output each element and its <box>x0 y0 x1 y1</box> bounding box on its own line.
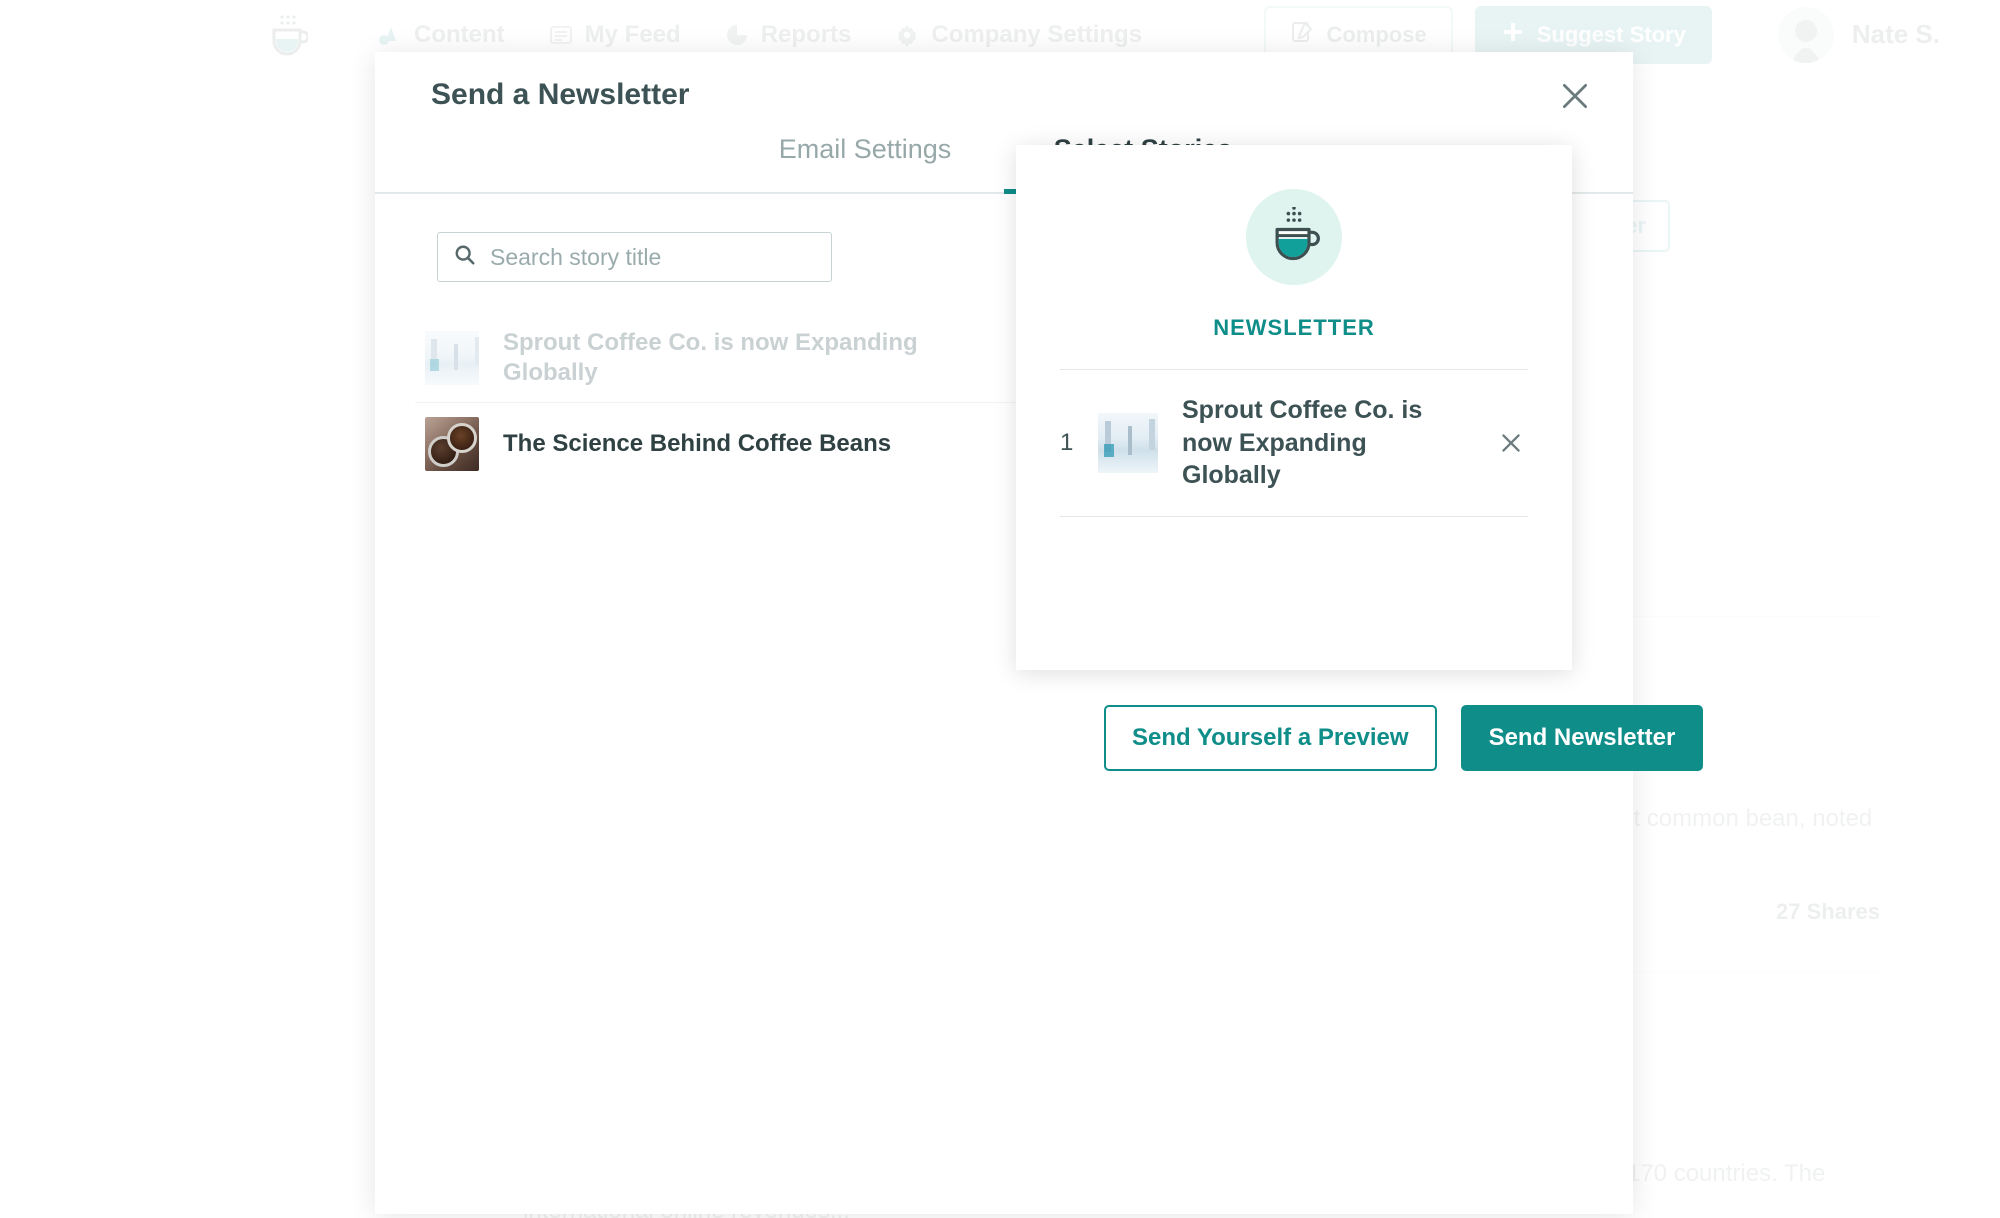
story-search-box[interactable] <box>437 232 832 282</box>
nav-item-label: Company Settings <box>931 20 1143 48</box>
compose-button-label: Compose <box>1326 21 1427 47</box>
newsletter-item-title: Sprout Coffee Co. is now Expanding Globa… <box>1182 396 1423 489</box>
user-name: Nate S. <box>1851 19 1940 49</box>
search-input[interactable] <box>490 243 815 271</box>
nav-item-label: Reports <box>760 20 852 48</box>
story-list-item-dragging[interactable]: The Science Behind Coffee Beans <box>415 403 1015 485</box>
story-shares: 27 Shares <box>1776 898 1880 924</box>
story-thumbnail <box>425 417 479 471</box>
reports-pie-icon <box>725 23 749 47</box>
search-icon <box>454 244 476 271</box>
avatar <box>1777 6 1834 63</box>
modal-header: Send a Newsletter <box>375 52 1633 126</box>
nav-item-content[interactable]: Content <box>378 21 505 49</box>
coffee-cup-icon[interactable] <box>268 13 308 57</box>
suggest-story-label: Suggest Story <box>1536 21 1686 47</box>
story-thumbnail <box>425 331 479 385</box>
newsletter-label: NEWSLETTER <box>1213 315 1375 340</box>
newsletter-item-index: 1 <box>1060 428 1074 456</box>
compose-pencil-icon <box>1290 20 1314 50</box>
content-icon <box>378 23 402 47</box>
feed-icon <box>549 23 573 47</box>
story-list-item-title: Sprout Coffee Co. is now Expanding Globa… <box>503 329 918 386</box>
user-menu[interactable]: Nate S. <box>1777 6 1940 63</box>
app-root: Content My Feed Reports Company Settings… <box>0 0 2000 1218</box>
nav-item-label: Content <box>414 20 505 48</box>
nav-item-my-feed[interactable]: My Feed <box>549 21 681 49</box>
newsletter-logo-wrap <box>1016 145 1572 285</box>
story-list-item-title: The Science Behind Coffee Beans <box>503 430 892 457</box>
send-yourself-preview-button[interactable]: Send Yourself a Preview <box>1104 705 1437 771</box>
coffee-cup-icon <box>1246 189 1342 285</box>
nav-items: Content My Feed Reports Company Settings <box>378 21 1142 49</box>
close-icon[interactable] <box>1494 426 1528 460</box>
newsletter-actions: Send Yourself a Preview Send Newsletter <box>1104 705 1704 771</box>
nav-item-label: My Feed <box>584 20 681 48</box>
nav-item-reports[interactable]: Reports <box>725 20 852 49</box>
nav-item-company-settings[interactable]: Company Settings <box>895 21 1142 49</box>
plus-icon <box>1501 20 1525 50</box>
selected-story-list: Sprout Coffee Co. is now Expanding Globa… <box>415 314 1015 485</box>
story-thumbnail <box>1098 412 1158 473</box>
story-list-item[interactable]: Sprout Coffee Co. is now Expanding Globa… <box>415 314 1015 403</box>
close-icon[interactable] <box>1549 70 1601 122</box>
gear-icon <box>895 23 919 47</box>
newsletter-item[interactable]: 1 Sprout Coffee Co. is now Expanding Glo… <box>1060 370 1528 517</box>
send-newsletter-button[interactable]: Send Newsletter <box>1460 705 1704 771</box>
newsletter-preview-panel: NEWSLETTER 1 Sprout Coffee Co. is now Ex… <box>1016 145 1572 670</box>
modal-title: Send a Newsletter <box>431 78 690 111</box>
tab-email-settings[interactable]: Email Settings <box>726 126 1004 192</box>
